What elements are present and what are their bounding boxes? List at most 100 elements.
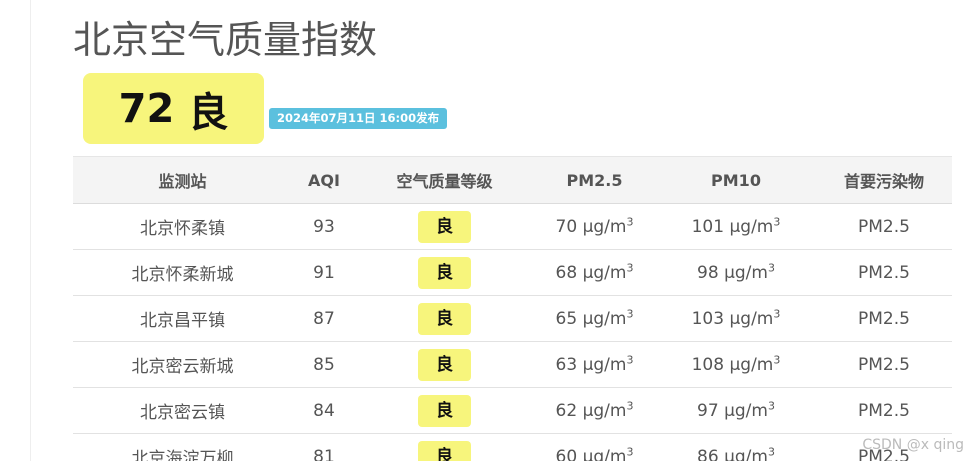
unit-superscript: 3: [626, 260, 634, 274]
header-level: 空气质量等级: [356, 156, 533, 204]
level-badge: 良: [418, 302, 471, 335]
unit-superscript: 3: [767, 398, 775, 412]
table-row: 北京海淀万柳 81 良 60 μg/m3 86 μg/m3 PM2.5: [73, 433, 952, 461]
value: 68: [555, 262, 578, 283]
table-row: 北京怀柔镇 93 良 70 μg/m3 101 μg/m3 PM2.5: [73, 203, 952, 250]
cell-level: 良: [356, 387, 533, 434]
unit-superscript: 3: [773, 306, 781, 320]
cell-primary-pollutant: PM2.5: [816, 203, 952, 250]
unit-superscript: 3: [767, 260, 775, 274]
unit-superscript: 3: [626, 444, 634, 458]
value: 86: [697, 446, 719, 461]
cell-station: 北京怀柔新城: [73, 249, 292, 296]
unit: μg/m: [724, 262, 768, 283]
value: 63: [555, 354, 578, 375]
unit: μg/m: [582, 262, 627, 283]
cell-pm10: 101 μg/m3: [656, 203, 816, 250]
level-badge: 良: [418, 440, 471, 461]
header-station: 监测站: [73, 156, 292, 204]
aqi-value: 72: [118, 85, 175, 132]
cell-primary-pollutant: PM2.5: [816, 249, 952, 296]
level-badge: 良: [418, 394, 471, 427]
unit: μg/m: [582, 308, 627, 329]
cell-pm25: 70 μg/m3: [533, 203, 656, 250]
table-header-row: 监测站 AQI 空气质量等级 PM2.5 PM10 首要污染物: [73, 156, 952, 204]
unit: μg/m: [724, 400, 768, 421]
station-table: 监测站 AQI 空气质量等级 PM2.5 PM10 首要污染物 北京怀柔镇 93 良…: [73, 156, 952, 461]
unit-superscript: 3: [773, 214, 781, 228]
cell-level: 良: [356, 433, 533, 461]
unit: μg/m: [729, 308, 774, 329]
watermark: CSDN @x qing: [862, 437, 964, 453]
header-primary-pollutant: 首要污染物: [816, 156, 952, 204]
aqi-level: 良: [188, 89, 229, 136]
cell-pm10: 98 μg/m3: [656, 249, 816, 296]
cell-level: 良: [356, 341, 533, 388]
cell-station: 北京密云镇: [73, 387, 292, 434]
cell-level: 良: [356, 249, 533, 296]
level-badge: 良: [418, 256, 471, 289]
table-row: 北京密云镇 84 良 62 μg/m3 97 μg/m3 PM2.5: [73, 387, 952, 434]
publish-time-badge: 2024年07月11日 16:00发布: [269, 108, 448, 129]
value: 108: [691, 354, 725, 375]
cell-pm25: 65 μg/m3: [533, 295, 656, 342]
page: 北京空气质量指数 72 良 2024年07月11日 16:00发布 监测站 AQ…: [0, 0, 970, 461]
value: 103: [691, 308, 725, 329]
station-table-wrapper: 监测站 AQI 空气质量等级 PM2.5 PM10 首要污染物 北京怀柔镇 93 良…: [73, 156, 952, 461]
cell-level: 良: [356, 295, 533, 342]
unit-superscript: 3: [626, 306, 634, 320]
cell-primary-pollutant: PM2.5: [816, 295, 952, 342]
cell-aqi: 84: [292, 387, 356, 434]
cell-primary-pollutant: PM2.5: [816, 341, 952, 388]
unit: μg/m: [582, 354, 627, 375]
cell-pm25: 60 μg/m3: [533, 433, 656, 461]
page-title: 北京空气质量指数: [73, 18, 378, 62]
unit-superscript: 3: [767, 444, 775, 458]
cell-aqi: 93: [292, 203, 356, 250]
unit-superscript: 3: [626, 352, 634, 366]
value: 98: [697, 262, 719, 283]
table-row: 北京密云新城 85 良 63 μg/m3 108 μg/m3 PM2.5: [73, 341, 952, 388]
cell-level: 良: [356, 203, 533, 250]
unit: μg/m: [582, 400, 627, 421]
level-badge: 良: [418, 210, 471, 243]
cell-pm10: 97 μg/m3: [656, 387, 816, 434]
header-pm10: PM10: [656, 156, 816, 204]
unit: μg/m: [729, 216, 774, 237]
value: 65: [555, 308, 578, 329]
cell-pm10: 108 μg/m3: [656, 341, 816, 388]
unit: μg/m: [729, 354, 774, 375]
aqi-summary-box: 72 良: [83, 73, 264, 144]
left-divider: [30, 0, 31, 461]
cell-pm25: 63 μg/m3: [533, 341, 656, 388]
level-badge: 良: [418, 348, 471, 381]
cell-station: 北京密云新城: [73, 341, 292, 388]
unit: μg/m: [724, 446, 768, 461]
cell-aqi: 85: [292, 341, 356, 388]
unit-superscript: 3: [626, 214, 634, 228]
value: 97: [697, 400, 719, 421]
value: 101: [691, 216, 725, 237]
table-row: 北京怀柔新城 91 良 68 μg/m3 98 μg/m3 PM2.5: [73, 249, 952, 296]
cell-pm10: 103 μg/m3: [656, 295, 816, 342]
value: 60: [555, 446, 578, 461]
unit: μg/m: [582, 216, 627, 237]
cell-pm25: 68 μg/m3: [533, 249, 656, 296]
cell-station: 北京昌平镇: [73, 295, 292, 342]
cell-pm25: 62 μg/m3: [533, 387, 656, 434]
unit: μg/m: [582, 446, 627, 461]
cell-aqi: 87: [292, 295, 356, 342]
unit-superscript: 3: [773, 352, 781, 366]
header-pm25: PM2.5: [533, 156, 656, 204]
table-body: 北京怀柔镇 93 良 70 μg/m3 101 μg/m3 PM2.5 北京怀柔新城 91 良 6…: [73, 203, 952, 461]
header-aqi: AQI: [292, 156, 356, 204]
cell-primary-pollutant: PM2.5: [816, 387, 952, 434]
cell-station: 北京海淀万柳: [73, 433, 292, 461]
unit-superscript: 3: [626, 398, 634, 412]
cell-pm10: 86 μg/m3: [656, 433, 816, 461]
value: 70: [555, 216, 578, 237]
table-row: 北京昌平镇 87 良 65 μg/m3 103 μg/m3 PM2.5: [73, 295, 952, 342]
cell-station: 北京怀柔镇: [73, 203, 292, 250]
value: 62: [555, 400, 578, 421]
cell-aqi: 91: [292, 249, 356, 296]
